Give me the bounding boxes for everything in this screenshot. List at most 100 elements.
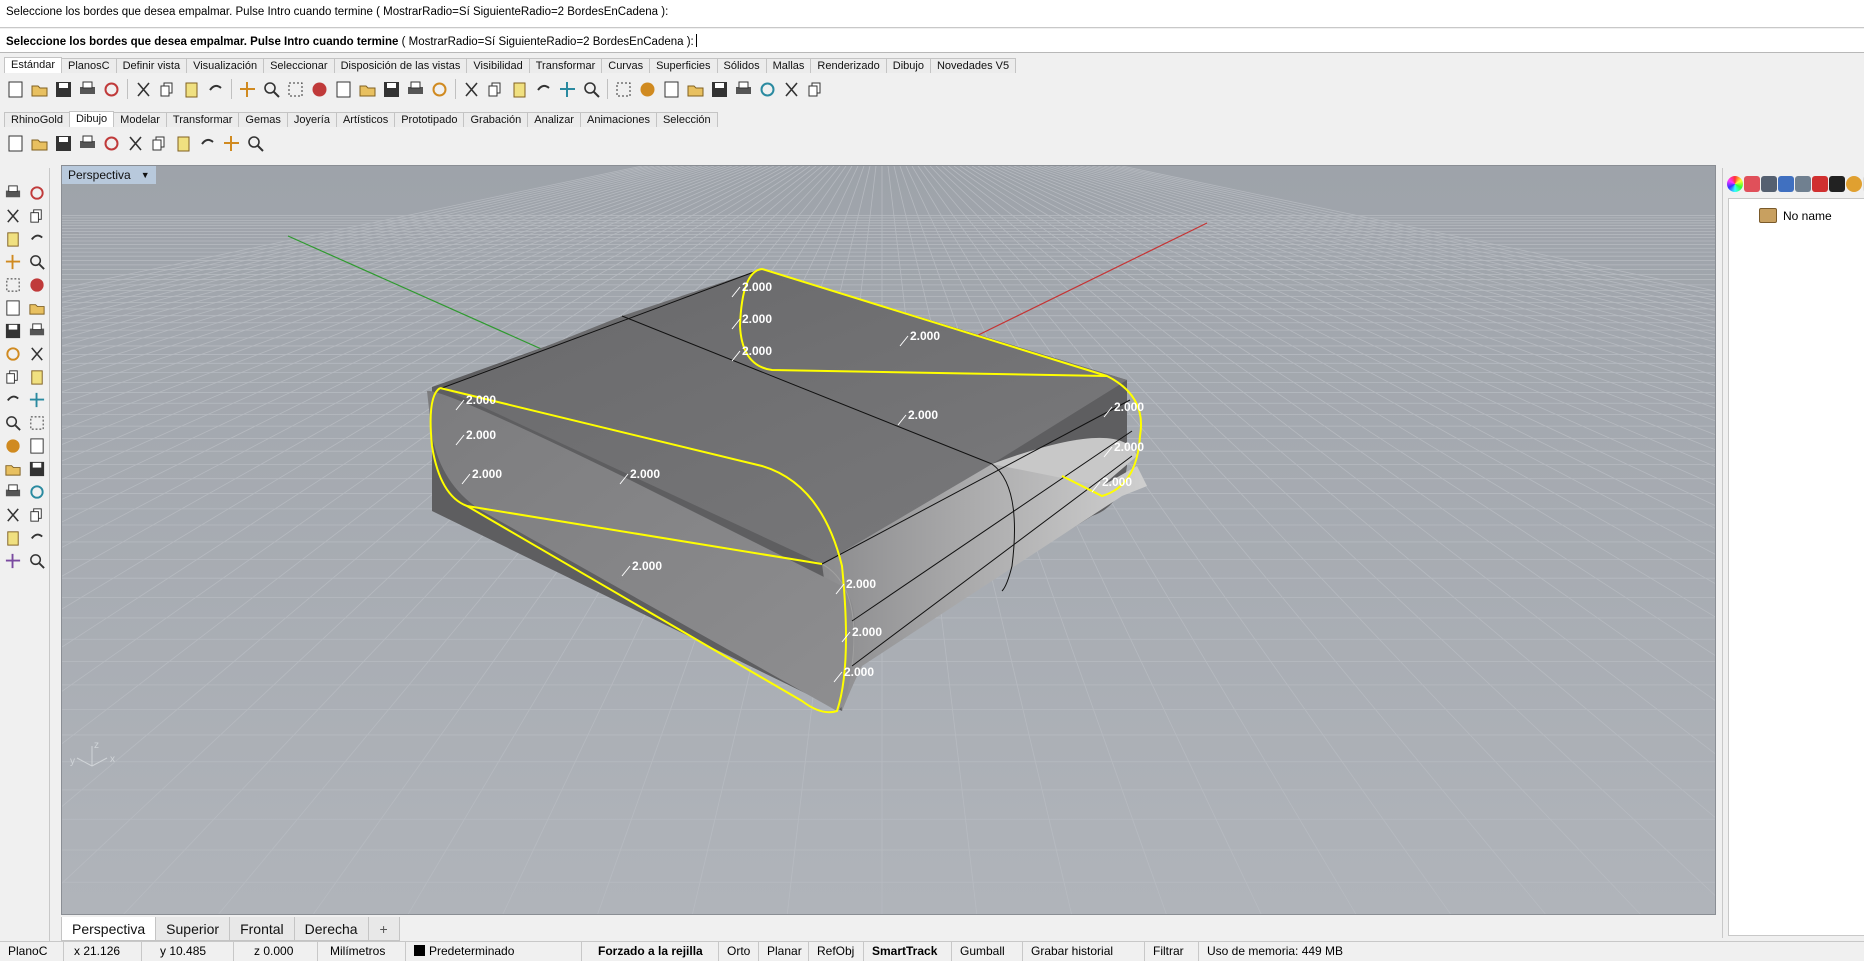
snapshots-icon[interactable] [1795,176,1811,192]
mesh-icon[interactable] [2,550,24,572]
vtab-frontal[interactable]: Frontal [229,917,295,941]
help-icon[interactable] [804,78,827,101]
star-icon[interactable] [244,132,267,155]
env-sphere-icon[interactable] [684,78,707,101]
tab-disposicion-vistas[interactable]: Disposición de las vistas [333,58,468,73]
rotate-view-icon[interactable] [260,78,283,101]
tab-visibilidad[interactable]: Visibilidad [466,58,530,73]
pipe2-icon[interactable] [196,132,219,155]
status-filter[interactable]: Filtrar [1145,942,1199,961]
mirror-icon[interactable] [26,458,48,480]
command-prompt[interactable]: Seleccione los bordes que desea empalmar… [0,29,1864,53]
status-gumball[interactable]: Gumball [952,942,1023,961]
zoom-selected-icon[interactable] [356,78,379,101]
status-smarttrack[interactable]: SmartTrack [864,942,952,961]
select-arrow-icon[interactable] [2,182,24,204]
tab-artisticos[interactable]: Artísticos [335,112,396,127]
status-layer[interactable]: Predeterminado [406,942,582,961]
pin-icon[interactable] [732,78,755,101]
offset-icon[interactable] [2,412,24,434]
color-wheel-icon[interactable] [1727,176,1743,192]
explode-icon[interactable] [2,366,24,388]
vtab-derecha[interactable]: Derecha [293,917,369,941]
car-icon[interactable] [428,78,451,101]
array-icon[interactable] [2,458,24,480]
render-icon[interactable] [1812,176,1828,192]
layer-icon[interactable] [580,78,603,101]
circle-icon[interactable] [2,228,24,250]
analyze-icon[interactable] [26,550,48,572]
tab-analizar[interactable]: Analizar [527,112,581,127]
tab-prototipado[interactable]: Prototipado [394,112,465,127]
tab-rhinogold[interactable]: RhinoGold [4,112,70,127]
text-abc-icon[interactable] [148,132,171,155]
tab-planosc[interactable]: PlanosC [61,58,117,73]
tab-dibujo-rg[interactable]: Dibujo [68,111,115,127]
point-icon[interactable] [26,182,48,204]
light-icon[interactable] [1846,176,1862,192]
zoom-icon[interactable] [284,78,307,101]
rotate-icon[interactable] [380,78,403,101]
light-icon[interactable] [532,78,555,101]
tab-transformar[interactable]: Transformar [528,58,603,73]
tab-visualizacion[interactable]: Visualización [186,58,265,73]
sphere-icon[interactable] [26,320,48,342]
status-planar[interactable]: Planar [759,942,809,961]
polygon-icon[interactable] [2,251,24,273]
gear-icon[interactable] [756,78,779,101]
tab-superficies[interactable]: Superficies [649,58,718,73]
status-record-history[interactable]: Grabar historial [1023,942,1145,961]
copy-icon[interactable] [156,78,179,101]
lock-icon[interactable] [556,78,579,101]
viewport-title[interactable]: Perspectiva ▼ [62,166,156,184]
solid-box-icon[interactable] [2,481,24,503]
lasso-icon[interactable] [52,132,75,155]
block-icon[interactable] [2,527,24,549]
curve-icon[interactable] [28,132,51,155]
zoom-extents-icon[interactable] [332,78,355,101]
layer-tree-root[interactable]: No name [1759,208,1832,223]
tab-gemas[interactable]: Gemas [238,112,288,127]
status-cplane[interactable]: PlanoC [0,942,64,961]
target-icon[interactable] [76,132,99,155]
pipe-icon[interactable] [172,132,195,155]
color-wheel-icon[interactable] [612,78,635,101]
split-icon[interactable] [26,366,48,388]
rainbow-icon[interactable] [124,132,147,155]
cut-icon[interactable] [132,78,155,101]
surface-icon[interactable] [26,343,48,365]
status-snap-grid[interactable]: Forzado a la rejilla [582,942,719,961]
text-icon[interactable] [2,435,24,457]
layer-tree[interactable]: No name [1728,198,1864,936]
ellipse-icon[interactable] [26,228,48,250]
rhinogold-icon[interactable] [1829,176,1845,192]
chamfer-icon[interactable] [26,412,48,434]
grid-icon[interactable] [404,78,427,101]
scale-icon[interactable] [26,435,48,457]
save-icon[interactable] [52,78,75,101]
print-icon[interactable] [76,78,99,101]
command-prompt-options[interactable]: ( MostrarRadio=Sí SiguienteRadio=2 Borde… [398,36,694,48]
named-views-icon[interactable] [1778,176,1794,192]
tab-definir-vista[interactable]: Definir vista [115,58,188,73]
tab-solidos[interactable]: Sólidos [716,58,767,73]
dimension-icon[interactable] [26,481,48,503]
molecule-icon[interactable] [100,132,123,155]
tab-mallas[interactable]: Mallas [765,58,812,73]
undo-icon[interactable] [204,78,227,101]
boolean-icon[interactable] [2,389,24,411]
add-viewport-tab-button[interactable]: + [367,917,400,941]
fillet-icon[interactable] [26,389,48,411]
cylinder-icon[interactable] [2,343,24,365]
box-icon[interactable] [2,320,24,342]
layers-icon[interactable] [1744,176,1760,192]
tab-animaciones[interactable]: Animaciones [579,112,657,127]
paste-icon[interactable] [180,78,203,101]
render-sphere-icon[interactable] [660,78,683,101]
zoom-window-icon[interactable] [308,78,331,101]
check-icon[interactable] [26,527,48,549]
viewport-canvas[interactable]: 2.000 2.000 2.000 2.000 2.000 2.000 2.000 2.000… [62,166,1716,915]
status-ortho[interactable]: Orto [719,942,759,961]
pan-icon[interactable] [236,78,259,101]
plane-icon[interactable] [2,297,24,319]
